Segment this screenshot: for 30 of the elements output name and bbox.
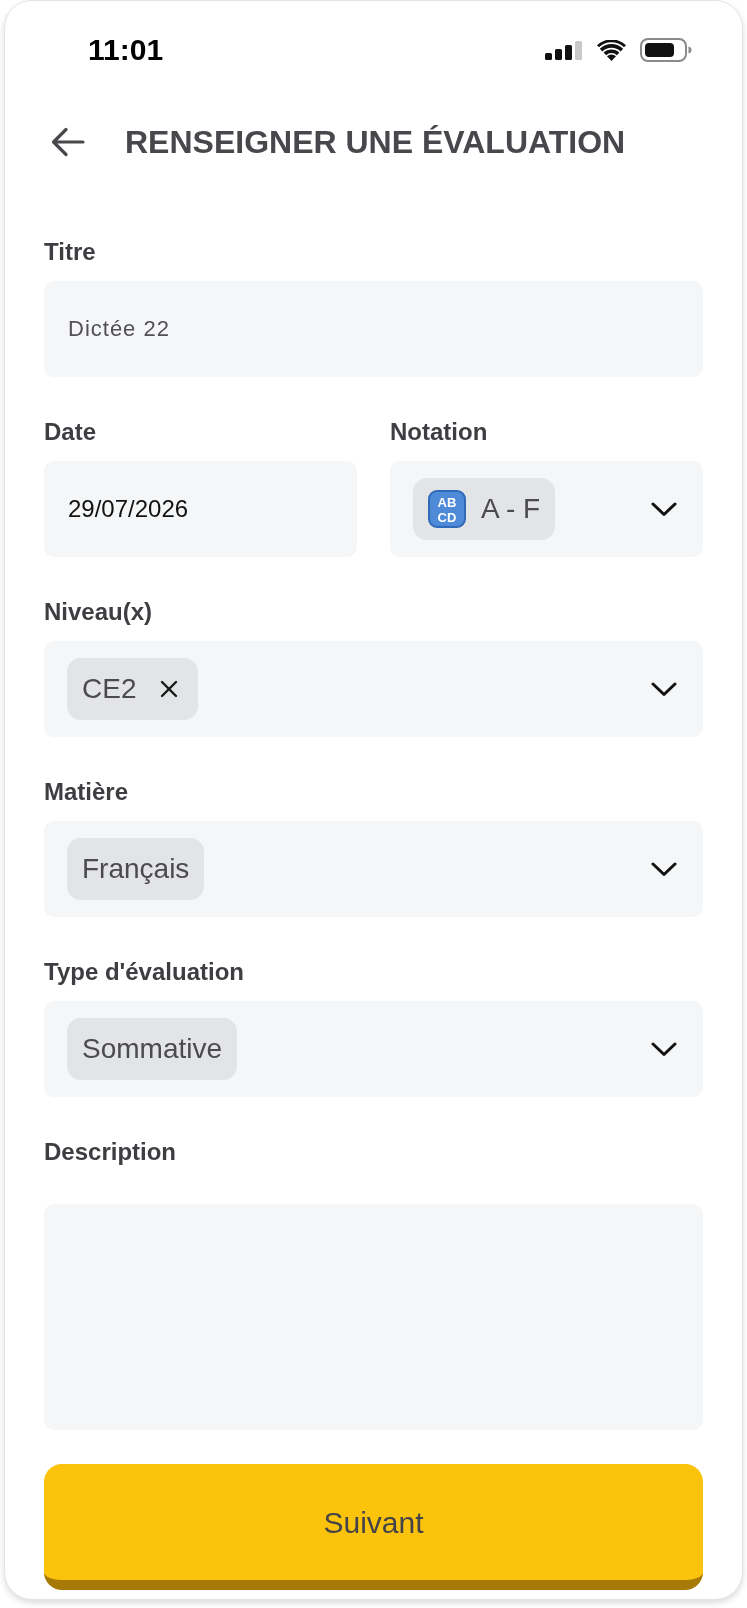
select-field[interactable]: AB CD A - F <box>390 461 703 557</box>
page-title: RENSEIGNER UNE ÉVALUATION <box>125 123 626 162</box>
battery-icon <box>640 38 692 62</box>
next-button[interactable]: Suivant <box>44 1464 703 1590</box>
chevron-down-icon <box>651 501 677 517</box>
letters-tile-icon: AB CD <box>428 490 466 528</box>
field-label: Notation <box>390 418 488 446</box>
field-label: Titre <box>44 238 96 266</box>
chevron-down-icon <box>651 861 677 877</box>
chip-label: Français <box>82 852 190 886</box>
select-field[interactable]: CE2 <box>44 641 703 737</box>
chip-label: A - F <box>481 492 541 526</box>
select-field[interactable]: Français <box>44 821 703 917</box>
select-field[interactable]: Sommative <box>44 1001 703 1097</box>
back-arrow-icon[interactable] <box>51 127 85 157</box>
date-input[interactable]: 29/07/2026 <box>44 461 357 557</box>
signal-icon <box>545 40 583 60</box>
field-label: Niveau(x) <box>44 598 153 626</box>
field-label: Date <box>44 418 97 446</box>
field-label: Description <box>44 1138 177 1166</box>
title-input[interactable]: Dictée 22 <box>44 281 703 377</box>
close-icon[interactable] <box>160 680 179 698</box>
chip-label: Sommative <box>82 1032 223 1066</box>
chevron-down-icon <box>651 681 677 697</box>
chip-label: CE2 <box>82 672 137 706</box>
wifi-icon <box>597 39 626 61</box>
field-label: Type d'évaluation <box>44 958 244 986</box>
chevron-down-icon <box>651 1041 677 1057</box>
status-time: 11:01 <box>88 32 164 68</box>
field-label: Matière <box>44 778 129 806</box>
